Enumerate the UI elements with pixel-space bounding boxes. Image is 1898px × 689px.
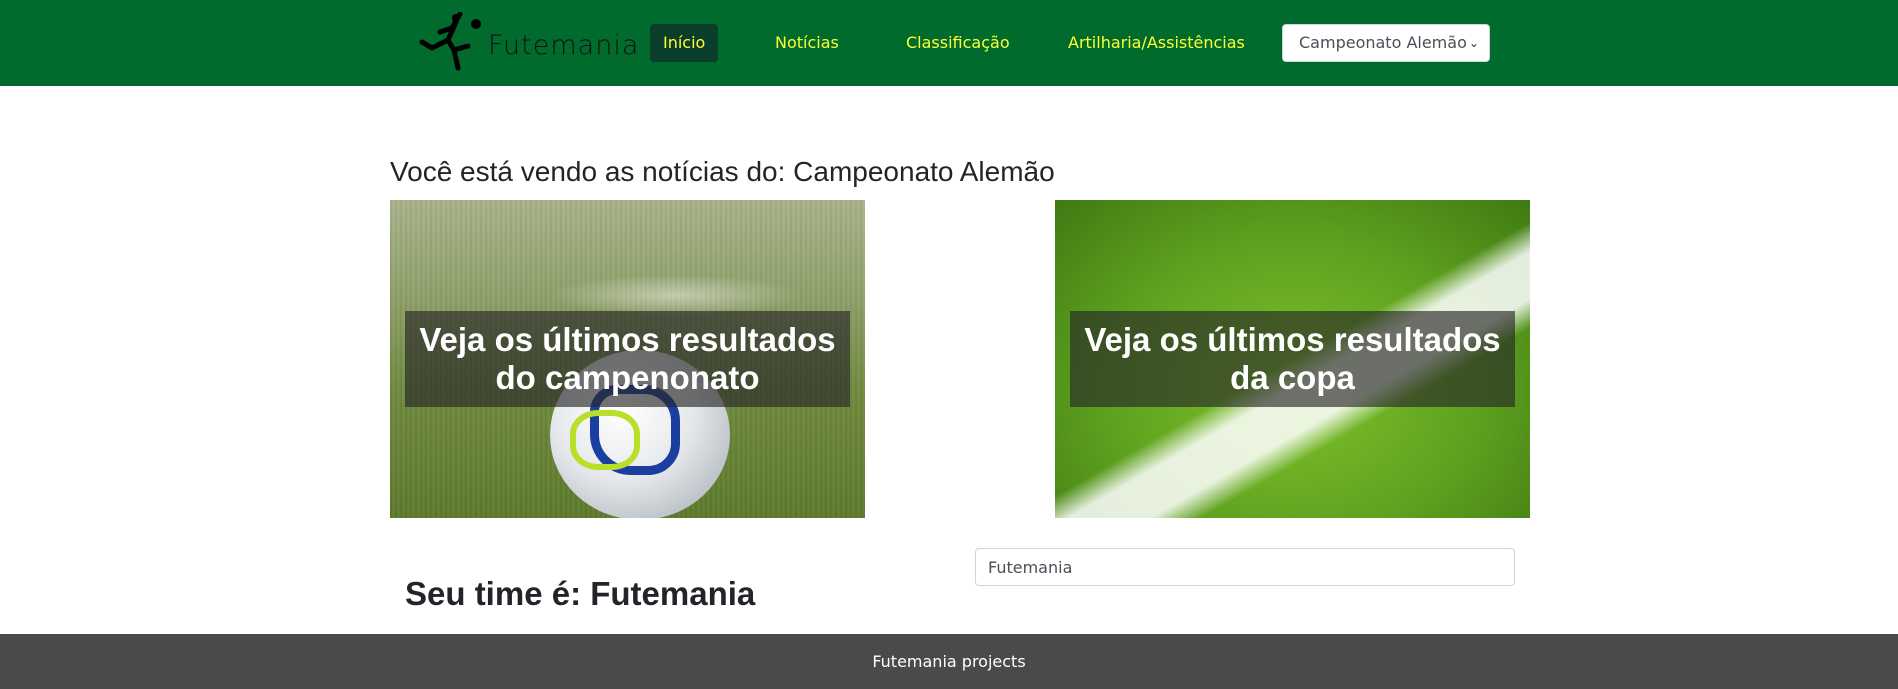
card-cup-results[interactable]: Veja os últimos resultados da copa <box>1055 200 1530 518</box>
card-title: Veja os últimos resultados da copa <box>1070 311 1515 407</box>
nav-item-inicio[interactable]: Início <box>650 24 719 62</box>
footer-text: Futemania projects <box>872 652 1026 671</box>
bicycle-kick-player-icon <box>419 12 481 71</box>
nav-item-artilharia-assistencias[interactable]: Artilharia/Assistências <box>1068 24 1245 62</box>
chevron-down-icon: ⌄ <box>1468 36 1479 50</box>
nav-item-noticias[interactable]: Notícias <box>775 24 839 62</box>
card-championship-results[interactable]: Veja os últimos resultados do campenonat… <box>390 200 865 518</box>
navbar: Futemania Início Notícias Classificação … <box>0 0 1898 86</box>
brand-name: Futemania <box>488 30 640 61</box>
championship-select[interactable]: Campeonato Alemão ⌄ <box>1282 24 1490 62</box>
nav-item-classificacao[interactable]: Classificação <box>906 24 1010 62</box>
brand-logo[interactable]: Futemania <box>418 12 638 72</box>
team-label: Seu time é: Futemania <box>405 575 756 613</box>
footer: Futemania projects <box>0 634 1898 689</box>
page-heading: Você está vendo as notícias do: Campeona… <box>390 156 1055 188</box>
card-title: Veja os últimos resultados do campenonat… <box>405 311 850 407</box>
championship-select-value: Campeonato Alemão <box>1299 33 1467 52</box>
team-input[interactable] <box>975 548 1515 586</box>
